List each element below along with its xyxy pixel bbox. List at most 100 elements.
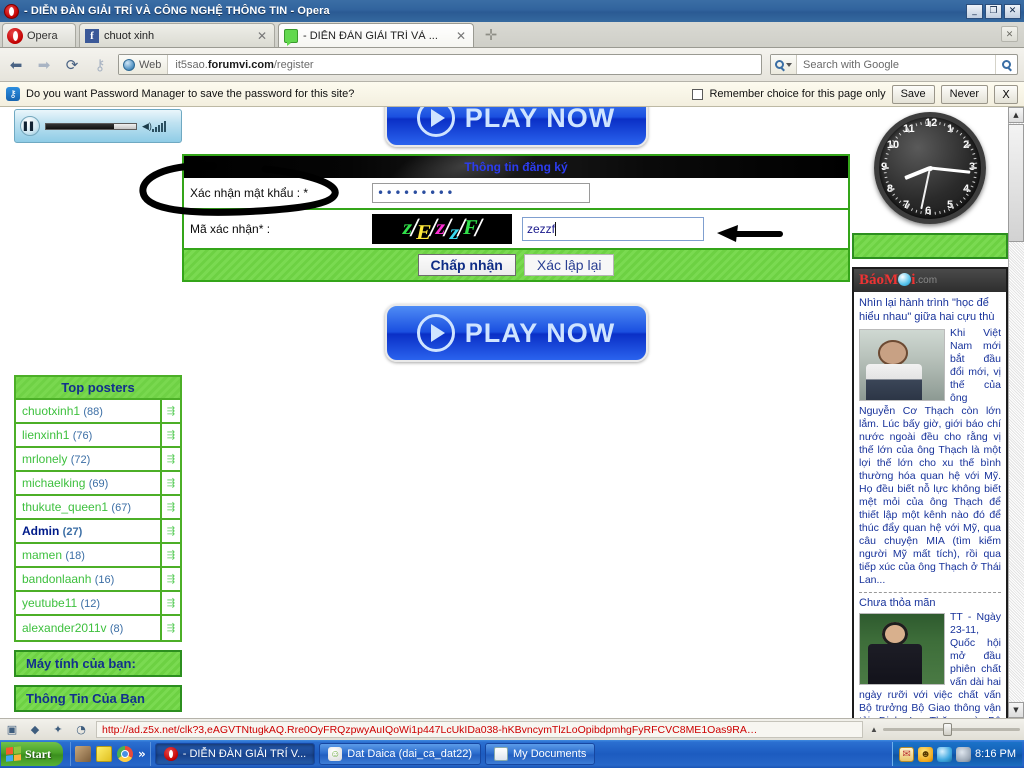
play-now-banner-top[interactable]: PLAY NOW (384, 107, 648, 147)
web-mode-chip[interactable]: Web (119, 55, 169, 74)
quick-launch-overflow-icon[interactable]: » (138, 747, 146, 761)
close-tab-strip-button[interactable]: ✕ (1001, 26, 1018, 42)
zoom-track[interactable] (882, 723, 1020, 736)
panel-computer-header[interactable]: Máy tính của bạn: (14, 650, 182, 677)
clock-tick (924, 211, 926, 215)
key-icon[interactable]: ⚷ (90, 56, 110, 74)
news-body: Nhìn lại hành trình "học để hiểu nhau" g… (854, 292, 1006, 718)
captcha-input[interactable]: zezzf (522, 217, 704, 241)
back-icon[interactable]: ⬅ (6, 56, 26, 74)
maximize-button[interactable]: ❐ (985, 3, 1002, 19)
tab-dien-dan-giai-tri[interactable]: - DIỄN ĐÀN GIẢI TRÍ VÀ ... ✕ (278, 23, 474, 47)
zoom-thumb[interactable] (943, 723, 953, 736)
start-button[interactable]: Start (1, 742, 63, 766)
top-poster-row: bandonlaanh (16) ⇶ (16, 567, 180, 592)
close-button[interactable]: ✕ (1004, 3, 1021, 19)
search-engine-chip[interactable] (771, 55, 797, 74)
top-poster-count: (27) (62, 526, 83, 538)
network-icon[interactable] (937, 746, 953, 762)
top-poster-name[interactable]: michaelking (69) (16, 476, 160, 490)
tab-close-icon[interactable]: ✕ (453, 29, 469, 43)
clock-tick (971, 181, 975, 183)
dismiss-password-bar-button[interactable]: X (994, 84, 1018, 104)
play-now-banner-bottom[interactable]: PLAY NOW (384, 304, 648, 362)
main-content-column: PLAY NOW Thông tin đăng ký Xác nhận mật … (182, 107, 850, 362)
search-box[interactable]: Search with Google (770, 54, 1018, 75)
panel-info-header[interactable]: Thông Tin Của Bạn (14, 685, 182, 712)
new-tab-button[interactable]: ✛ (480, 26, 502, 46)
panels-icon[interactable]: ▣ (4, 722, 20, 738)
top-poster-name[interactable]: lienxinh1 (76) (16, 428, 160, 442)
player-volume-icon[interactable]: ◀) (142, 119, 176, 133)
window-controls: _ ❐ ✕ (966, 3, 1024, 19)
clock-tick (929, 121, 931, 127)
volume-icon[interactable] (956, 746, 972, 762)
clock-tick (969, 185, 974, 188)
reset-button[interactable]: Xác lập lại (523, 254, 615, 276)
top-poster-name[interactable]: chuotxinh1 (88) (16, 404, 160, 418)
clock-tick (955, 203, 959, 207)
chrome-icon[interactable] (117, 746, 133, 762)
minimize-button[interactable]: _ (966, 3, 983, 19)
image-toggle-icon[interactable]: ✦ (50, 722, 66, 738)
captcha-input-value: zezzf (527, 222, 556, 236)
yahoo-smiley-icon[interactable]: ☻ (918, 746, 934, 762)
top-poster-name[interactable]: yeutube11 (12) (16, 596, 160, 610)
top-poster-name[interactable]: Admin (27) (16, 524, 160, 538)
news-divider (859, 592, 1001, 593)
baomoi-domain-suffix: .com (915, 275, 938, 286)
top-poster-row: Admin (27) ⇶ (16, 519, 180, 544)
top-poster-count: (18) (65, 550, 85, 562)
top-poster-bar-icon: ⇶ (160, 495, 180, 519)
clock-tick (938, 210, 941, 215)
taskbar-button-my-documents[interactable]: My Documents (485, 743, 596, 765)
tab-close-icon[interactable]: ✕ (254, 29, 270, 43)
reload-icon[interactable]: ⟳ (62, 56, 82, 74)
tray-clock: 8:16 PM (975, 748, 1016, 760)
opera-menu-button[interactable]: Opera (2, 23, 76, 47)
search-input[interactable]: Search with Google (797, 59, 995, 71)
media-player-widget[interactable]: ▌▌ ◀) (14, 109, 182, 143)
search-go-icon[interactable] (995, 55, 1017, 74)
top-poster-name[interactable]: mrlonely (72) (16, 452, 160, 466)
top-poster-name[interactable]: mamen (18) (16, 548, 160, 562)
top-posters-block: Top posters chuotxinh1 (88) ⇶ lienxinh1 (7… (14, 375, 182, 642)
top-poster-count: (69) (88, 478, 109, 490)
password-confirm-input[interactable]: ••••••••• (372, 183, 590, 203)
zoom-slider[interactable]: ▲ (870, 723, 1020, 736)
droplet-icon[interactable]: ◆ (27, 722, 43, 738)
top-poster-name[interactable]: thukute_queen1 (67) (16, 500, 160, 514)
form-actions: Chấp nhận Xác lập lại (184, 250, 848, 280)
quick-launch-bar: » (70, 742, 151, 766)
player-play-button[interactable]: ▌▌ (20, 116, 40, 136)
player-progress-track[interactable] (45, 122, 137, 130)
news-article-2-title[interactable]: Chưa thỏa mãn (859, 597, 1001, 609)
top-poster-name[interactable]: alexander2011v (8) (16, 621, 160, 635)
submit-button[interactable]: Chấp nhận (417, 254, 516, 276)
remember-choice-checkbox[interactable] (692, 88, 704, 100)
tab-chuot-xinh[interactable]: f chuot xinh ✕ (79, 23, 275, 47)
zoom-up-icon[interactable]: ▲ (870, 725, 878, 734)
clock-tick (929, 209, 931, 215)
scroll-down-arrow-icon[interactable]: ▼ (1008, 702, 1024, 718)
opera-menu-label: Opera (27, 29, 58, 42)
news-article-1-title[interactable]: Nhìn lại hành trình "học để hiểu nhau" g… (859, 296, 1001, 324)
never-save-button[interactable]: Never (940, 84, 988, 104)
save-password-button[interactable]: Save (891, 84, 935, 104)
opera-turbo-icon[interactable]: ◔ (73, 722, 89, 738)
forward-icon[interactable]: ➡ (34, 56, 54, 74)
notepad-icon[interactable] (96, 746, 112, 762)
scroll-up-arrow-icon[interactable]: ▲ (1008, 107, 1024, 123)
top-poster-row: chuotxinh1 (88) ⇶ (16, 399, 180, 424)
right-sidebar: 121234567891011 BáoMi .com Nhìn lại hành… (852, 107, 1008, 718)
picture-viewer-icon[interactable] (75, 746, 91, 762)
top-poster-bar-icon: ⇶ (160, 519, 180, 543)
top-poster-name[interactable]: bandonlaanh (16) (16, 572, 160, 586)
mail-icon[interactable]: ✉ (899, 746, 915, 762)
address-bar[interactable]: Web it5sao.forumvi.com/register (118, 54, 762, 75)
page-scrollbar-vertical[interactable]: ▲ ▼ (1008, 107, 1024, 718)
form-header: Thông tin đăng ký (184, 156, 848, 178)
scrollbar-thumb[interactable] (1008, 124, 1024, 242)
taskbar-button-opera[interactable]: - DIỄN ĐÀN GIẢI TRÍ V... (154, 743, 316, 765)
taskbar-button-yahoo[interactable]: ☺ Dat Daica (dai_ca_dat22) (319, 743, 481, 765)
